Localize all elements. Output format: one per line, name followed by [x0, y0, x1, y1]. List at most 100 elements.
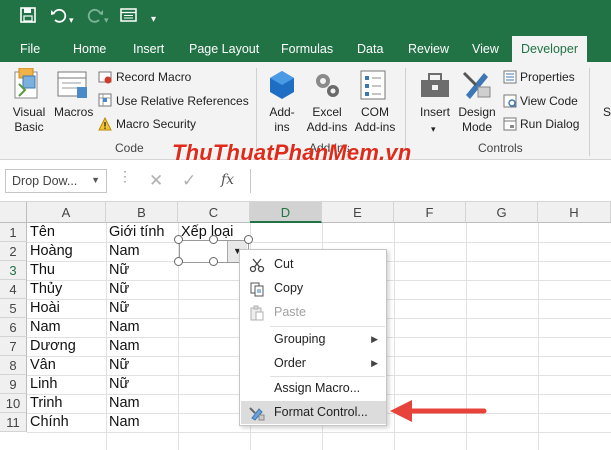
cell-a9[interactable]: Linh: [27, 375, 57, 394]
resize-handle[interactable]: [244, 235, 253, 244]
tab-data[interactable]: Data: [357, 36, 383, 62]
cell-a4[interactable]: Thủy: [27, 280, 62, 299]
column-header-a[interactable]: A: [27, 202, 106, 223]
row-header-7[interactable]: 7: [0, 337, 27, 356]
undo-dropdown-icon[interactable]: ▾: [69, 10, 74, 30]
record-macro-button[interactable]: Record Macro: [116, 70, 191, 85]
addins-icon[interactable]: [268, 69, 296, 104]
cell-b7[interactable]: Nam: [106, 337, 140, 356]
tab-insert[interactable]: Insert: [133, 36, 164, 62]
annotation-arrow-icon: [388, 398, 488, 427]
row-header-2[interactable]: 2: [0, 242, 27, 261]
column-header-f[interactable]: F: [394, 202, 466, 223]
row-header-4[interactable]: 4: [0, 280, 27, 299]
resize-handle[interactable]: [174, 235, 183, 244]
customize-icon[interactable]: ▾: [151, 10, 156, 30]
formula-input[interactable]: [250, 169, 611, 193]
menu-item-assign-macro[interactable]: Assign Macro...: [241, 377, 386, 400]
column-header-e[interactable]: E: [322, 202, 394, 223]
cell-b4[interactable]: Nữ: [106, 280, 129, 299]
run-dialog-button[interactable]: Run Dialog: [520, 117, 579, 132]
form-icon[interactable]: [120, 7, 137, 29]
use-relative-references-button[interactable]: Use Relative References: [116, 94, 249, 109]
name-box[interactable]: Drop Dow... ▼: [5, 169, 107, 193]
menu-item-format-control[interactable]: Format Control...: [241, 401, 386, 424]
row-header-9[interactable]: 9: [0, 375, 27, 394]
row-header-5[interactable]: 5: [0, 299, 27, 318]
view-code-button[interactable]: View Code: [520, 94, 578, 109]
cell-b8[interactable]: Nữ: [106, 356, 129, 375]
visual-basic-icon[interactable]: [13, 67, 43, 103]
cell-b5[interactable]: Nữ: [106, 299, 129, 318]
toolbox-icon[interactable]: [420, 72, 450, 101]
menu-item-grouping[interactable]: Grouping ▶: [241, 328, 386, 351]
redo-dropdown-icon: ▾: [104, 15, 109, 25]
column-header-c[interactable]: C: [178, 202, 250, 223]
macros-icon[interactable]: [57, 70, 89, 103]
menu-item-copy[interactable]: Copy: [241, 277, 386, 300]
row-header-8[interactable]: 8: [0, 356, 27, 375]
excel-addins-label[interactable]: Excel Add-ins: [303, 105, 351, 135]
cell-a1[interactable]: Tên: [27, 223, 55, 242]
tab-formulas[interactable]: Formulas: [281, 36, 333, 62]
visual-basic-label[interactable]: Visual Basic: [8, 105, 50, 135]
menu-item-order[interactable]: Order ▶: [241, 352, 386, 375]
tab-home[interactable]: Home: [73, 36, 106, 62]
addins-line1: Add-: [269, 105, 295, 119]
com-addins-label[interactable]: COM Add-ins: [351, 105, 399, 135]
column-header-h[interactable]: H: [538, 202, 611, 223]
addins-label[interactable]: Add- ins: [265, 105, 299, 135]
cell-a6[interactable]: Nam: [27, 318, 61, 337]
cell-b6[interactable]: Nam: [106, 318, 140, 337]
com-addins-icon[interactable]: [358, 69, 388, 104]
menu-item-cut[interactable]: Cut: [241, 253, 386, 276]
row-header-3[interactable]: 3: [0, 261, 27, 280]
cell-b10[interactable]: Nam: [106, 394, 140, 413]
tab-view[interactable]: View: [472, 36, 499, 62]
tab-file[interactable]: File: [20, 36, 40, 62]
properties-button[interactable]: Properties: [520, 70, 575, 85]
resize-handle[interactable]: [174, 257, 183, 266]
cell-b11[interactable]: Nam: [106, 413, 140, 432]
cancel-icon[interactable]: ✕: [149, 171, 163, 191]
tab-page-layout[interactable]: Page Layout: [189, 36, 259, 62]
undo-icon[interactable]: [50, 7, 68, 29]
save-icon[interactable]: [20, 7, 36, 29]
cell-a5[interactable]: Hoài: [27, 299, 60, 318]
cell-a10[interactable]: Trinh: [27, 394, 63, 413]
macros-label[interactable]: Macros: [54, 105, 93, 120]
resize-handle[interactable]: [209, 235, 218, 244]
cell-a7[interactable]: Dương: [27, 337, 76, 356]
cell-a11[interactable]: Chính: [27, 413, 69, 432]
row-header-6[interactable]: 6: [0, 318, 27, 337]
cell-a2[interactable]: Hoàng: [27, 242, 73, 261]
insert-function-button[interactable]: fx: [221, 172, 234, 188]
row-header-11[interactable]: 11: [0, 413, 27, 432]
cell-b9[interactable]: Nữ: [106, 375, 129, 394]
column-header-g[interactable]: G: [466, 202, 538, 223]
addins-line2: ins: [274, 120, 290, 134]
chevron-down-icon[interactable]: ▼: [91, 175, 100, 185]
cell-b1[interactable]: Giới tính: [106, 223, 164, 242]
tab-developer[interactable]: Developer: [512, 36, 587, 63]
menu-item-label: Assign Macro...: [274, 381, 361, 395]
tab-review[interactable]: Review: [408, 36, 449, 62]
cell-b2[interactable]: Nam: [106, 242, 140, 261]
enter-icon[interactable]: ✓: [182, 171, 196, 191]
gear-icon[interactable]: [312, 70, 342, 103]
drag-handle-icon[interactable]: ⋮: [118, 168, 132, 185]
macro-security-button[interactable]: Macro Security: [116, 117, 196, 132]
row-header-10[interactable]: 10: [0, 394, 27, 413]
insert-dropdown-icon[interactable]: ▾: [431, 122, 436, 137]
column-header-b[interactable]: B: [106, 202, 178, 223]
cell-a8[interactable]: Vân: [27, 356, 56, 375]
column-header-d[interactable]: D: [250, 202, 322, 223]
insert-control-button[interactable]: Insert: [420, 105, 450, 120]
resize-handle[interactable]: [209, 257, 218, 266]
cell-b3[interactable]: Nữ: [106, 261, 129, 280]
design-mode-icon[interactable]: [462, 69, 492, 104]
design-mode-label[interactable]: Design Mode: [456, 105, 498, 135]
cell-a3[interactable]: Thu: [27, 261, 55, 280]
row-header-1[interactable]: 1: [0, 223, 27, 242]
select-all-corner[interactable]: [0, 202, 27, 223]
